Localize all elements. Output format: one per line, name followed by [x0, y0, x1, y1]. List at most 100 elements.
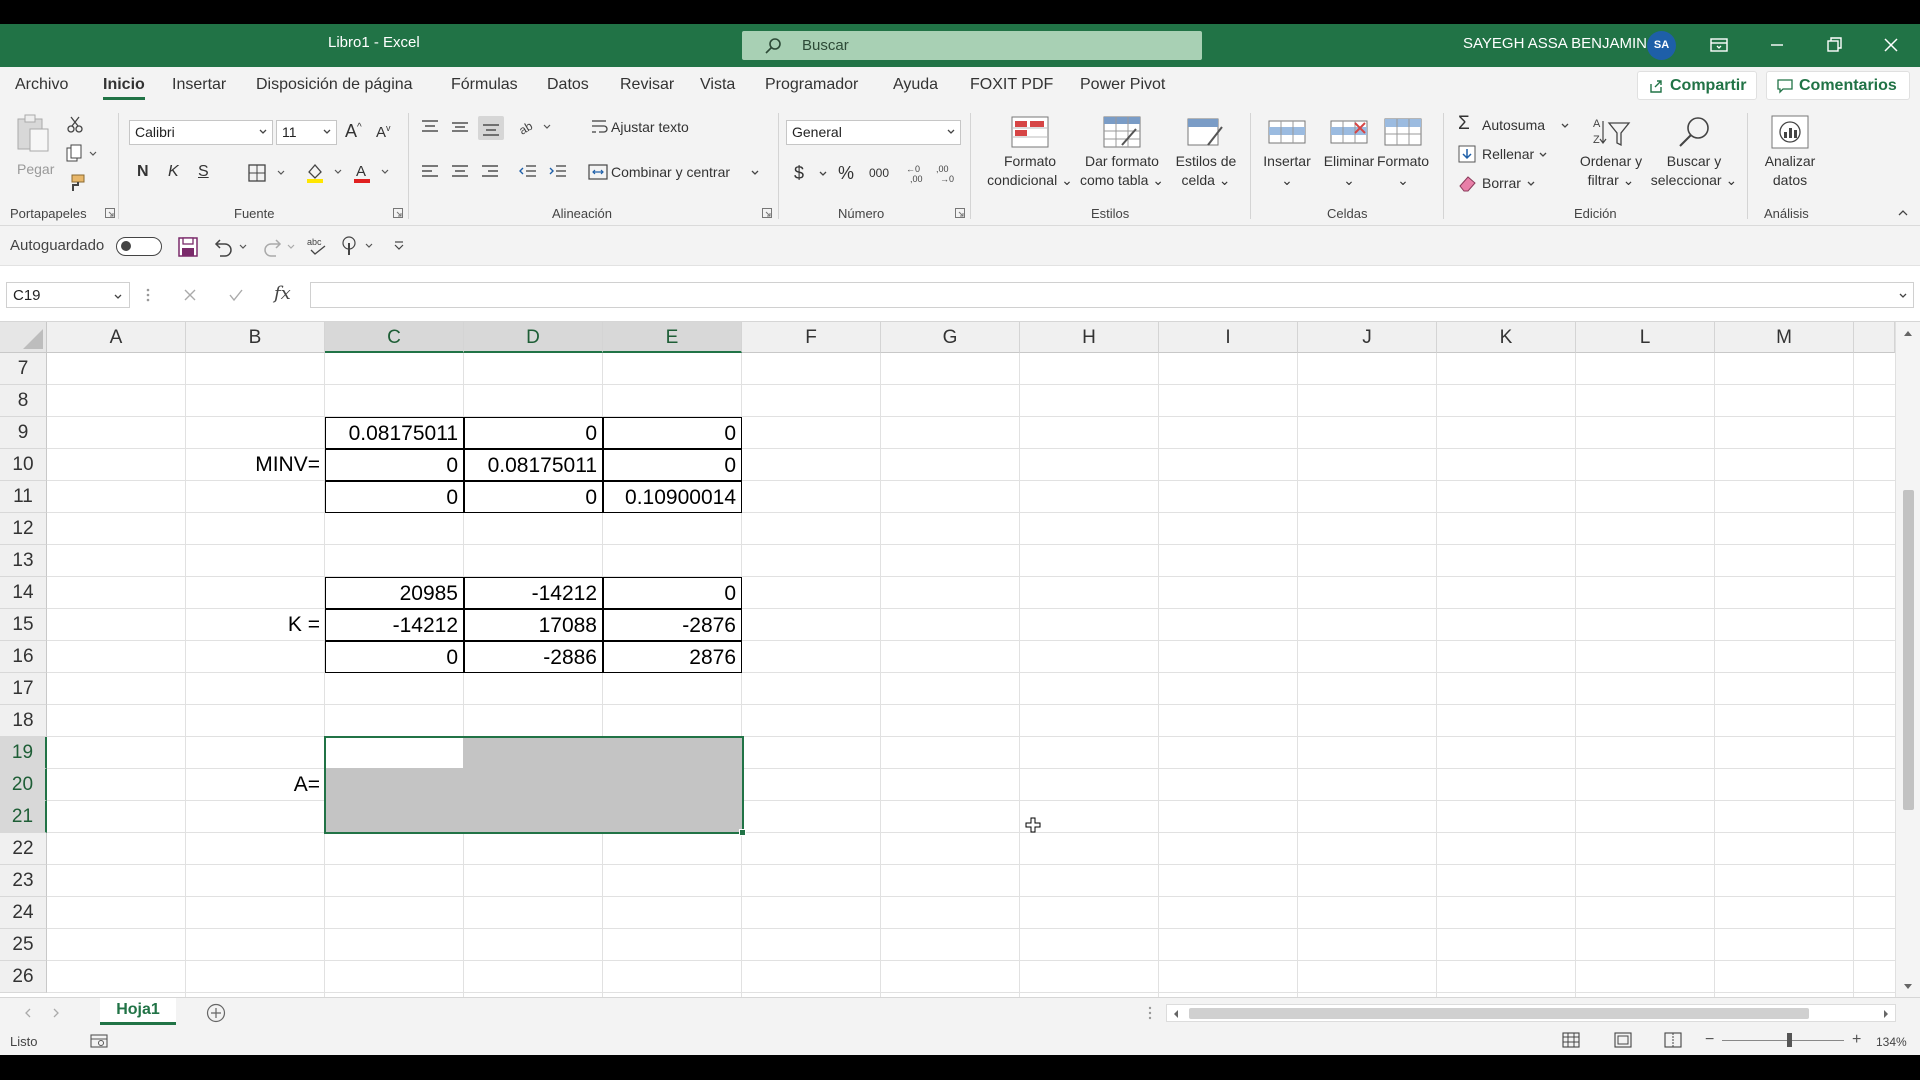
autosave-toggle[interactable]	[116, 237, 162, 256]
column-header-a[interactable]: A	[47, 322, 186, 353]
share-button[interactable]: Compartir	[1637, 71, 1757, 100]
cell-e10[interactable]: 0	[603, 449, 742, 481]
row-header-23[interactable]: 23	[0, 865, 47, 897]
wrap-text-button[interactable]: Ajustar texto	[611, 119, 689, 135]
dialog-launcher-icon[interactable]	[762, 208, 772, 218]
cell-e15[interactable]: -2876	[603, 609, 742, 641]
tab-datos[interactable]: Datos	[547, 76, 589, 94]
row-header-12[interactable]: 12	[0, 513, 47, 545]
font-name-select[interactable]: Calibri	[129, 120, 273, 145]
clear-button[interactable]: Borrar	[1482, 175, 1521, 191]
column-header-c[interactable]: C	[325, 322, 464, 353]
vertical-scroll-thumb[interactable]	[1903, 490, 1914, 810]
tab-archivo[interactable]: Archivo	[15, 76, 68, 94]
format-cells-button[interactable]: Formato ⌄	[1372, 115, 1434, 190]
copy-icon[interactable]	[66, 144, 98, 162]
cell-c14[interactable]: 20985	[325, 577, 464, 609]
worksheet[interactable]: A B C D E F G H I J K L M 7 8 9 10 11 12…	[0, 322, 1920, 997]
column-header-d[interactable]: D	[464, 322, 603, 353]
row-header-18[interactable]: 18	[0, 705, 47, 737]
undo-icon[interactable]	[212, 237, 248, 257]
page-break-view-icon[interactable]	[1664, 1032, 1682, 1048]
cell-d14[interactable]: -14212	[464, 577, 603, 609]
redo-icon[interactable]	[260, 237, 296, 257]
next-sheet-icon[interactable]	[52, 1008, 60, 1018]
row-header-20[interactable]: 20	[0, 769, 47, 801]
autosum-icon[interactable]: Σ	[1458, 113, 1470, 135]
increase-indent-icon[interactable]	[548, 163, 568, 181]
chevron-down-icon[interactable]	[750, 168, 760, 178]
row-header-25[interactable]: 25	[0, 929, 47, 961]
insert-function-icon[interactable]: fx	[274, 283, 291, 304]
chevron-down-icon[interactable]	[1538, 150, 1548, 160]
cell-e16[interactable]: 2876	[603, 641, 742, 673]
align-center-icon[interactable]	[450, 163, 470, 181]
vertical-scrollbar[interactable]	[1895, 322, 1920, 997]
row-header-15[interactable]: 15	[0, 609, 47, 641]
dialog-launcher-icon[interactable]	[955, 208, 965, 218]
formula-input[interactable]	[310, 282, 1914, 308]
name-box[interactable]: C19	[6, 282, 130, 308]
row-header-24[interactable]: 24	[0, 897, 47, 929]
touch-mode-icon[interactable]	[340, 235, 376, 257]
column-header-f[interactable]: F	[742, 322, 881, 353]
zoom-slider-thumb[interactable]	[1787, 1033, 1792, 1047]
cut-icon[interactable]	[66, 115, 84, 133]
row-header-11[interactable]: 11	[0, 481, 47, 513]
cell-c15[interactable]: -14212	[325, 609, 464, 641]
tab-power-pivot[interactable]: Power Pivot	[1080, 76, 1165, 94]
orientation-icon[interactable]: ab	[518, 116, 554, 138]
row-header-17[interactable]: 17	[0, 673, 47, 705]
merge-center-button[interactable]: Combinar y centrar	[611, 164, 730, 180]
delete-cells-button[interactable]: Eliminar ⌄	[1318, 115, 1380, 190]
fill-color-icon[interactable]	[305, 162, 345, 184]
italic-button[interactable]: K	[168, 163, 179, 181]
row-header-9[interactable]: 9	[0, 417, 47, 449]
search-box[interactable]: Buscar	[742, 31, 1202, 60]
tab-programador[interactable]: Programador	[765, 76, 858, 94]
number-format-select[interactable]: General	[786, 120, 961, 145]
cancel-icon[interactable]	[182, 287, 198, 303]
tab-insertar[interactable]: Insertar	[172, 76, 226, 94]
more-icon[interactable]	[1148, 1006, 1152, 1020]
cell-e9[interactable]: 0	[603, 417, 742, 449]
cell-d15[interactable]: 17088	[464, 609, 603, 641]
customize-toolbar-icon[interactable]	[393, 240, 405, 252]
tab-foxit-pdf[interactable]: FOXIT PDF	[970, 76, 1053, 94]
sort-filter-button[interactable]: AZ Ordenar y filtrar ⌄	[1576, 115, 1646, 190]
autosum-button[interactable]: Autosuma	[1482, 117, 1545, 133]
column-header-m[interactable]: M	[1715, 322, 1854, 353]
column-header-k[interactable]: K	[1437, 322, 1576, 353]
cell-c11[interactable]: 0	[325, 481, 464, 513]
tab-disposicion[interactable]: Disposición de página	[256, 76, 413, 94]
avatar[interactable]: SA	[1647, 31, 1676, 60]
row-header-10[interactable]: 10	[0, 449, 47, 481]
format-as-table-button[interactable]: Dar formato como tabla ⌄	[1077, 115, 1167, 190]
cell-d16[interactable]: -2886	[464, 641, 603, 673]
column-header-b[interactable]: B	[186, 322, 325, 353]
increase-decimal-icon[interactable]: ←0,00	[904, 162, 928, 184]
tab-ayuda[interactable]: Ayuda	[893, 76, 938, 94]
scroll-up-icon[interactable]	[1902, 328, 1914, 338]
dialog-launcher-icon[interactable]	[105, 208, 115, 218]
fill-down-icon[interactable]	[1458, 145, 1476, 163]
label-k[interactable]: K =	[186, 609, 325, 641]
cell-d10[interactable]: 0.08175011	[464, 449, 603, 481]
zoom-slider[interactable]	[1722, 1040, 1844, 1041]
fill-button[interactable]: Rellenar	[1482, 146, 1534, 162]
wrap-text-icon[interactable]	[590, 118, 608, 136]
decrease-indent-icon[interactable]	[518, 163, 538, 181]
zoom-out-button[interactable]: −	[1705, 1031, 1714, 1049]
column-header-g[interactable]: G	[881, 322, 1020, 353]
cell-e14[interactable]: 0	[603, 577, 742, 609]
sheet-tab-hoja1[interactable]: Hoja1	[100, 998, 176, 1025]
page-layout-view-icon[interactable]	[1614, 1032, 1632, 1048]
cell-c10[interactable]: 0	[325, 449, 464, 481]
close-icon[interactable]	[1879, 33, 1903, 57]
column-header-n[interactable]	[1854, 322, 1895, 353]
cell-e11[interactable]: 0.10900014	[603, 481, 742, 513]
cell-grid[interactable]: MINV= 0.08175011 0 0 0 0.08175011 0 0 0 …	[47, 353, 1895, 997]
label-minv[interactable]: MINV=	[186, 449, 325, 481]
restore-icon[interactable]	[1822, 33, 1846, 57]
increase-font-icon[interactable]: A^	[345, 121, 362, 142]
